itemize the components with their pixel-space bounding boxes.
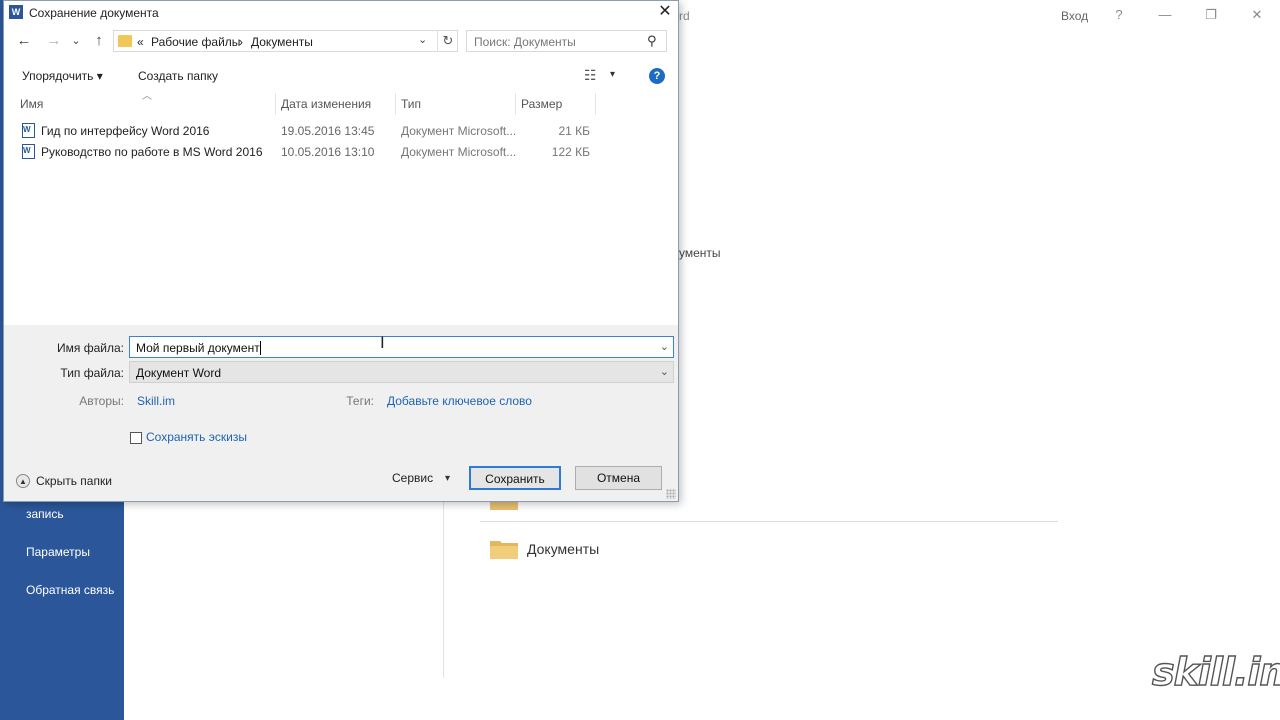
organize-menu[interactable]: Упорядочить ▾ — [22, 69, 103, 83]
file-date: 19.05.2016 13:45 — [281, 124, 375, 138]
filename-value[interactable]: Мой первый документ — [136, 341, 260, 355]
chevron-down-icon[interactable]: ⌄ — [660, 365, 669, 378]
help-icon[interactable]: ? — [1104, 4, 1134, 26]
breadcrumb-prefix[interactable]: « — [137, 35, 144, 49]
authors-value[interactable]: Skill.im — [137, 394, 175, 408]
tags-input[interactable]: Добавьте ключевое слово — [387, 394, 532, 408]
file-name: Руководство по работе в MS Word 2016 — [41, 145, 263, 159]
column-separator[interactable] — [275, 93, 276, 115]
column-header-size[interactable]: Размер — [521, 97, 562, 111]
file-type: Документ Microsoft... — [401, 145, 517, 159]
chevron-down-icon[interactable]: ▾ — [610, 69, 615, 80]
forward-arrow-icon[interactable]: → — [44, 31, 64, 51]
chevron-down-icon[interactable]: ▾ — [445, 473, 450, 484]
dialog-titlebar: W Сохранение документа ✕ — [4, 1, 678, 25]
sidebar-item-record[interactable]: запись — [26, 506, 116, 522]
restore-button[interactable]: ❐ — [1196, 4, 1226, 26]
file-row[interactable]: Гид по интерфейсу Word 2016 19.05.2016 1… — [20, 121, 670, 141]
save-button[interactable]: Сохранить — [469, 466, 561, 490]
word-document-icon — [22, 123, 35, 138]
save-thumbnails-checkbox[interactable] — [130, 432, 142, 444]
backstage-separator — [480, 521, 1058, 522]
minimize-button[interactable]: — — [1150, 4, 1180, 26]
filetype-select[interactable]: Документ Word ⌄ — [129, 361, 674, 383]
close-window-button[interactable]: ✕ — [1242, 4, 1272, 26]
chevron-down-icon[interactable]: ⌄ — [418, 33, 427, 46]
cancel-button[interactable]: Отмена — [575, 466, 662, 490]
breadcrumb-documents[interactable]: Документы — [251, 35, 313, 49]
column-separator[interactable] — [515, 93, 516, 115]
search-placeholder[interactable]: Поиск: Документы — [474, 35, 576, 49]
file-size: 21 КБ — [558, 124, 590, 138]
folder-icon — [118, 35, 132, 47]
column-separator[interactable] — [595, 93, 596, 115]
backstage-divider — [443, 500, 444, 678]
chevron-down-icon[interactable]: ⌄ — [660, 340, 669, 353]
save-dialog: W Сохранение документа ✕ ← → ⌄ ↑ « Рабоч… — [3, 0, 679, 502]
search-icon[interactable]: ⚲ — [647, 33, 657, 49]
up-arrow-icon[interactable]: ↑ — [89, 31, 109, 51]
column-separator[interactable] — [395, 93, 396, 115]
filename-input[interactable]: Мой первый документ ⌄ — [129, 336, 674, 358]
search-box[interactable]: Поиск: Документы ⚲ — [466, 30, 667, 52]
close-icon[interactable]: ✕ — [654, 2, 676, 24]
navigation-bar: ← → ⌄ ↑ « Рабочие файлы › Документы ⌄ ↻ … — [4, 29, 678, 55]
address-bar[interactable]: « Рабочие файлы › Документы ⌄ ↻ — [113, 30, 458, 52]
recent-locations-icon[interactable]: ⌄ — [66, 31, 86, 51]
word-title-fragment: rd — [679, 9, 690, 23]
hide-folders-button[interactable]: Скрыть папки — [36, 474, 112, 488]
text-cursor — [260, 341, 261, 355]
file-date: 10.05.2016 13:10 — [281, 145, 375, 159]
documents-folder-label[interactable]: Документы — [527, 541, 599, 557]
breadcrumb-work-files[interactable]: Рабочие файлы — [151, 35, 240, 49]
word-document-icon — [22, 144, 35, 159]
back-arrow-icon[interactable]: ← — [14, 31, 34, 51]
filetype-value[interactable]: Документ Word — [136, 366, 221, 380]
save-thumbnails-label[interactable]: Сохранять эскизы — [146, 430, 247, 444]
filename-label: Имя файла: — [57, 341, 124, 355]
chevron-down-icon: ▾ — [96, 69, 103, 83]
folder-icon[interactable] — [490, 539, 518, 559]
file-name: Гид по интерфейсу Word 2016 — [41, 124, 210, 138]
new-folder-button[interactable]: Создать папку — [138, 69, 218, 83]
watermark-logo: skill.im — [1151, 649, 1280, 694]
word-app-icon: W — [9, 5, 23, 19]
column-header-date[interactable]: Дата изменения — [281, 97, 371, 111]
refresh-icon[interactable]: ↻ — [437, 30, 458, 52]
file-size: 122 КБ — [551, 145, 590, 159]
dialog-toolbar: Упорядочить ▾ Создать папку ☷ ▾ ? — [4, 63, 678, 89]
authors-label: Авторы: — [79, 394, 124, 408]
dialog-bottom-panel: Имя файла: Мой первый документ ⌄ Тип фай… — [4, 325, 678, 501]
filetype-label: Тип файла: — [60, 366, 124, 380]
sort-ascending-icon: ︿ — [142, 91, 152, 102]
collapse-icon[interactable]: ▲ — [16, 474, 30, 488]
view-options-icon[interactable]: ☷ — [584, 67, 597, 84]
file-list: ︿ Имя Дата изменения Тип Размер Гид по и… — [4, 91, 678, 325]
sign-in-link[interactable]: Вход — [1061, 9, 1088, 23]
breadcrumb-separator[interactable]: › — [239, 35, 243, 49]
column-header-name[interactable]: Имя — [20, 97, 43, 111]
sidebar-item-feedback[interactable]: Обратная связь — [26, 582, 116, 598]
organize-label: Упорядочить — [22, 69, 94, 83]
sidebar-item-options[interactable]: Параметры — [26, 544, 116, 560]
service-menu[interactable]: Сервис — [392, 471, 433, 485]
column-header-type[interactable]: Тип — [401, 97, 421, 111]
tags-label: Теги: — [346, 394, 374, 408]
dialog-title: Сохранение документа — [29, 6, 159, 20]
help-icon[interactable]: ? — [649, 68, 665, 84]
file-row[interactable]: Руководство по работе в MS Word 2016 10.… — [20, 142, 670, 162]
file-type: Документ Microsoft... — [401, 124, 517, 138]
resize-grip[interactable] — [666, 489, 676, 499]
backstage-text-fragment: ументы — [679, 246, 721, 260]
mouse-cursor-icon: I — [380, 333, 385, 352]
